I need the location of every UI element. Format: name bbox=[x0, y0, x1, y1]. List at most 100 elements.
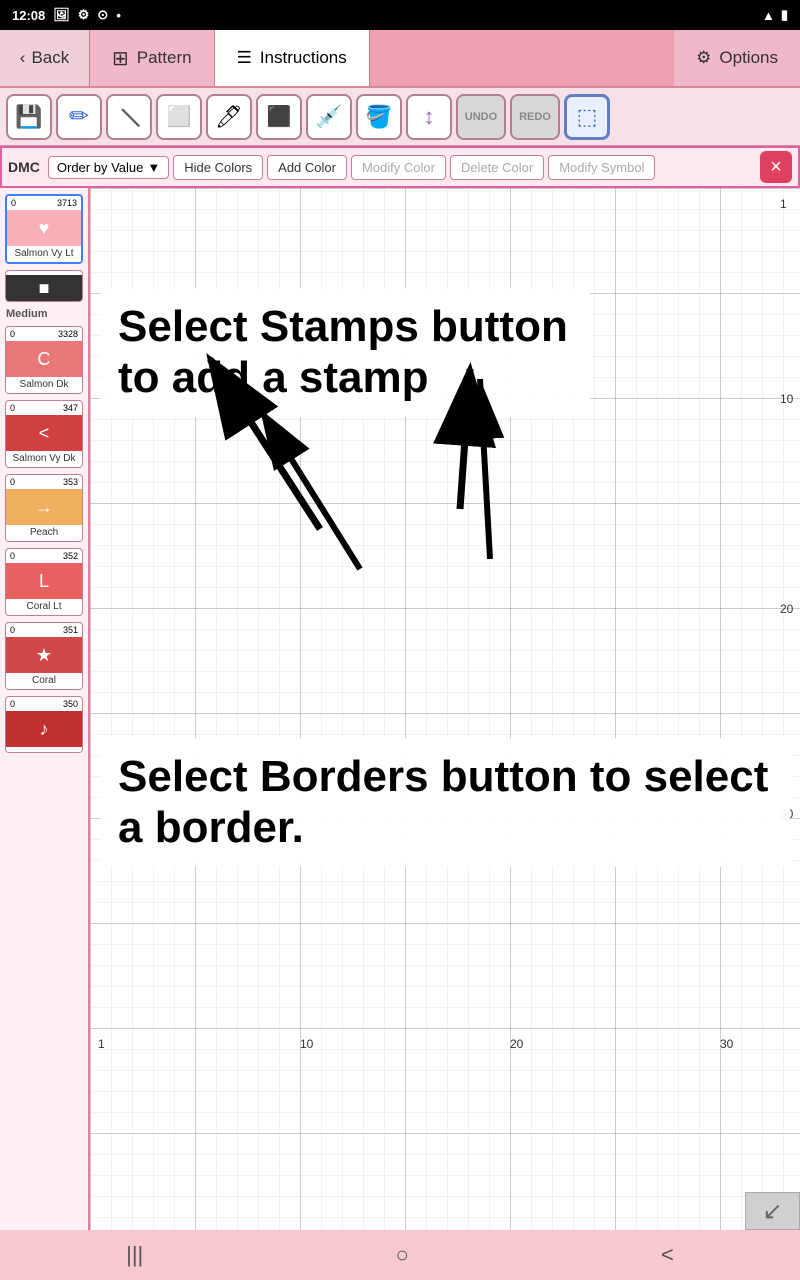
color-symbol: < bbox=[39, 423, 50, 444]
redo-button[interactable]: REDO bbox=[510, 94, 560, 140]
main-area: 0 3713 ♥ Salmon Vy Lt ■ Medium 0 3328 bbox=[0, 188, 800, 1230]
color-item-3713b[interactable]: ■ bbox=[5, 270, 83, 302]
add-color-button[interactable]: Add Color bbox=[267, 155, 347, 180]
color-num: 353 bbox=[63, 477, 78, 487]
stamps-icon: 🖊 bbox=[215, 104, 243, 130]
color-swatch: C bbox=[6, 341, 82, 377]
undo-button[interactable]: UNDO bbox=[456, 94, 506, 140]
order-by-value-button[interactable]: Order by Value ▼ bbox=[48, 156, 169, 179]
svg-text:30: 30 bbox=[720, 1037, 734, 1051]
modify-color-label: Modify Color bbox=[362, 160, 435, 175]
svg-text:10: 10 bbox=[780, 392, 794, 406]
color-num: 351 bbox=[63, 625, 78, 635]
color-swatch: ★ bbox=[6, 637, 82, 673]
line-button[interactable]: | bbox=[106, 94, 152, 140]
color-item-350[interactable]: 0 350 ♪ bbox=[5, 696, 83, 753]
color-item-353[interactable]: 0 353 → Peach bbox=[5, 474, 83, 542]
color-name: Salmon Dk bbox=[6, 377, 82, 393]
line-icon: | bbox=[116, 103, 143, 130]
color-num: 350 bbox=[63, 699, 78, 709]
eyedropper-button[interactable]: 💉 bbox=[306, 94, 352, 140]
pencil-button[interactable]: ✏ bbox=[56, 94, 102, 140]
color-name: Salmon Vy Dk bbox=[6, 451, 82, 467]
tab-pattern-label: Pattern bbox=[137, 48, 192, 68]
stamps-button[interactable]: 🖊 bbox=[206, 94, 252, 140]
tab-instructions[interactable]: ☰ Instructions bbox=[215, 30, 370, 86]
tab-pattern[interactable]: ⊞ Pattern bbox=[90, 30, 215, 86]
color-name: Coral Lt bbox=[6, 599, 82, 615]
svg-text:10: 10 bbox=[300, 1037, 314, 1051]
color-count: 0 bbox=[10, 329, 15, 339]
color-symbol: ♥ bbox=[39, 218, 50, 239]
color-item-351[interactable]: 0 351 ★ Coral bbox=[5, 622, 83, 690]
select-icon: ⬚ bbox=[577, 104, 598, 130]
modify-symbol-button[interactable]: Modify Symbol bbox=[548, 155, 655, 180]
color-num: 3328 bbox=[58, 329, 78, 339]
tab-instructions-label: Instructions bbox=[260, 48, 347, 68]
color-symbol: ■ bbox=[39, 278, 50, 299]
tab-options[interactable]: ⚙ Options bbox=[674, 30, 800, 86]
pattern-grid-icon: ⊞ bbox=[112, 46, 129, 71]
wifi-icon: ▲ bbox=[762, 8, 775, 23]
fill-button[interactable]: 🪣 bbox=[356, 94, 402, 140]
bottom-back-button[interactable]: < bbox=[661, 1242, 674, 1268]
photo-icon: 🖼 bbox=[53, 7, 70, 23]
redo-label: REDO bbox=[519, 111, 551, 123]
color-item-header: 0 350 bbox=[6, 697, 82, 711]
back-button[interactable]: ‹ Back bbox=[0, 30, 90, 86]
close-button[interactable]: × bbox=[760, 151, 792, 183]
color-swatch: ■ bbox=[6, 275, 82, 301]
pencil-icon: ✏ bbox=[69, 102, 89, 131]
color-item-352[interactable]: 0 352 L Coral Lt bbox=[5, 548, 83, 616]
grid-canvas: 1 10 20 30 1 10 20 30 bbox=[90, 188, 800, 1230]
grid-area[interactable]: 1 10 20 30 1 10 20 30 Select Stamps butt… bbox=[90, 188, 800, 1230]
color-item-header: 0 3713 bbox=[7, 196, 81, 210]
delete-color-button[interactable]: Delete Color bbox=[450, 155, 544, 180]
toolbar: 💾 ✏ | ⬜ 🖊 ⬛ 💉 🪣 ↕ UNDO REDO ⬚ bbox=[0, 88, 800, 146]
color-item-3328[interactable]: 0 3328 C Salmon Dk bbox=[5, 326, 83, 394]
color-count: 0 bbox=[10, 625, 15, 635]
color-swatch: ♥ bbox=[7, 210, 81, 246]
svg-text:20: 20 bbox=[780, 602, 794, 616]
color-item-3713[interactable]: 0 3713 ♥ Salmon Vy Lt bbox=[5, 194, 83, 264]
color-name: Peach bbox=[6, 525, 82, 541]
move-button[interactable]: ↕ bbox=[406, 94, 452, 140]
color-num: 347 bbox=[63, 403, 78, 413]
eyedropper-icon: 💉 bbox=[315, 104, 342, 130]
svg-text:20: 20 bbox=[510, 1037, 524, 1051]
bottom-home-button[interactable]: ○ bbox=[395, 1242, 408, 1268]
borders-button[interactable]: ⬛ bbox=[256, 94, 302, 140]
eraser-icon: ⬜ bbox=[167, 104, 192, 129]
modify-color-button[interactable]: Modify Color bbox=[351, 155, 446, 180]
color-sidebar: 0 3713 ♥ Salmon Vy Lt ■ Medium 0 3328 bbox=[0, 188, 90, 1230]
scroll-corner[interactable]: ↙ bbox=[745, 1192, 800, 1230]
svg-text:1: 1 bbox=[98, 1037, 105, 1051]
delete-color-label: Delete Color bbox=[461, 160, 533, 175]
select-button[interactable]: ⬚ bbox=[564, 94, 610, 140]
color-num: 352 bbox=[63, 551, 78, 561]
save-button[interactable]: 💾 bbox=[6, 94, 52, 140]
dmc-label: DMC bbox=[8, 159, 40, 175]
color-name: Salmon Vy Lt bbox=[7, 246, 81, 262]
svg-text:1: 1 bbox=[780, 197, 787, 211]
bottom-nav: ||| ○ < bbox=[0, 1230, 800, 1280]
hide-colors-button[interactable]: Hide Colors bbox=[173, 155, 263, 180]
back-label: Back bbox=[31, 48, 69, 68]
color-item-header: 0 352 bbox=[6, 549, 82, 563]
bottom-menu-button[interactable]: ||| bbox=[126, 1242, 143, 1268]
hide-colors-label: Hide Colors bbox=[184, 160, 252, 175]
nav-bar: ‹ Back ⊞ Pattern ☰ Instructions ⚙ Option… bbox=[0, 30, 800, 88]
record-icon: ⊙ bbox=[97, 7, 108, 23]
move-icon: ↕ bbox=[424, 104, 435, 130]
options-gear-icon: ⚙ bbox=[696, 48, 711, 68]
color-name bbox=[6, 747, 82, 752]
back-arrow-icon: < bbox=[661, 1242, 674, 1267]
back-chevron-icon: ‹ bbox=[20, 48, 26, 68]
color-item-347[interactable]: 0 347 < Salmon Vy Dk bbox=[5, 400, 83, 468]
eraser-button[interactable]: ⬜ bbox=[156, 94, 202, 140]
color-symbol: ♪ bbox=[40, 719, 49, 740]
fill-icon: 🪣 bbox=[365, 104, 392, 130]
color-count: 0 bbox=[10, 551, 15, 561]
modify-symbol-label: Modify Symbol bbox=[559, 160, 644, 175]
undo-label: UNDO bbox=[465, 111, 497, 123]
